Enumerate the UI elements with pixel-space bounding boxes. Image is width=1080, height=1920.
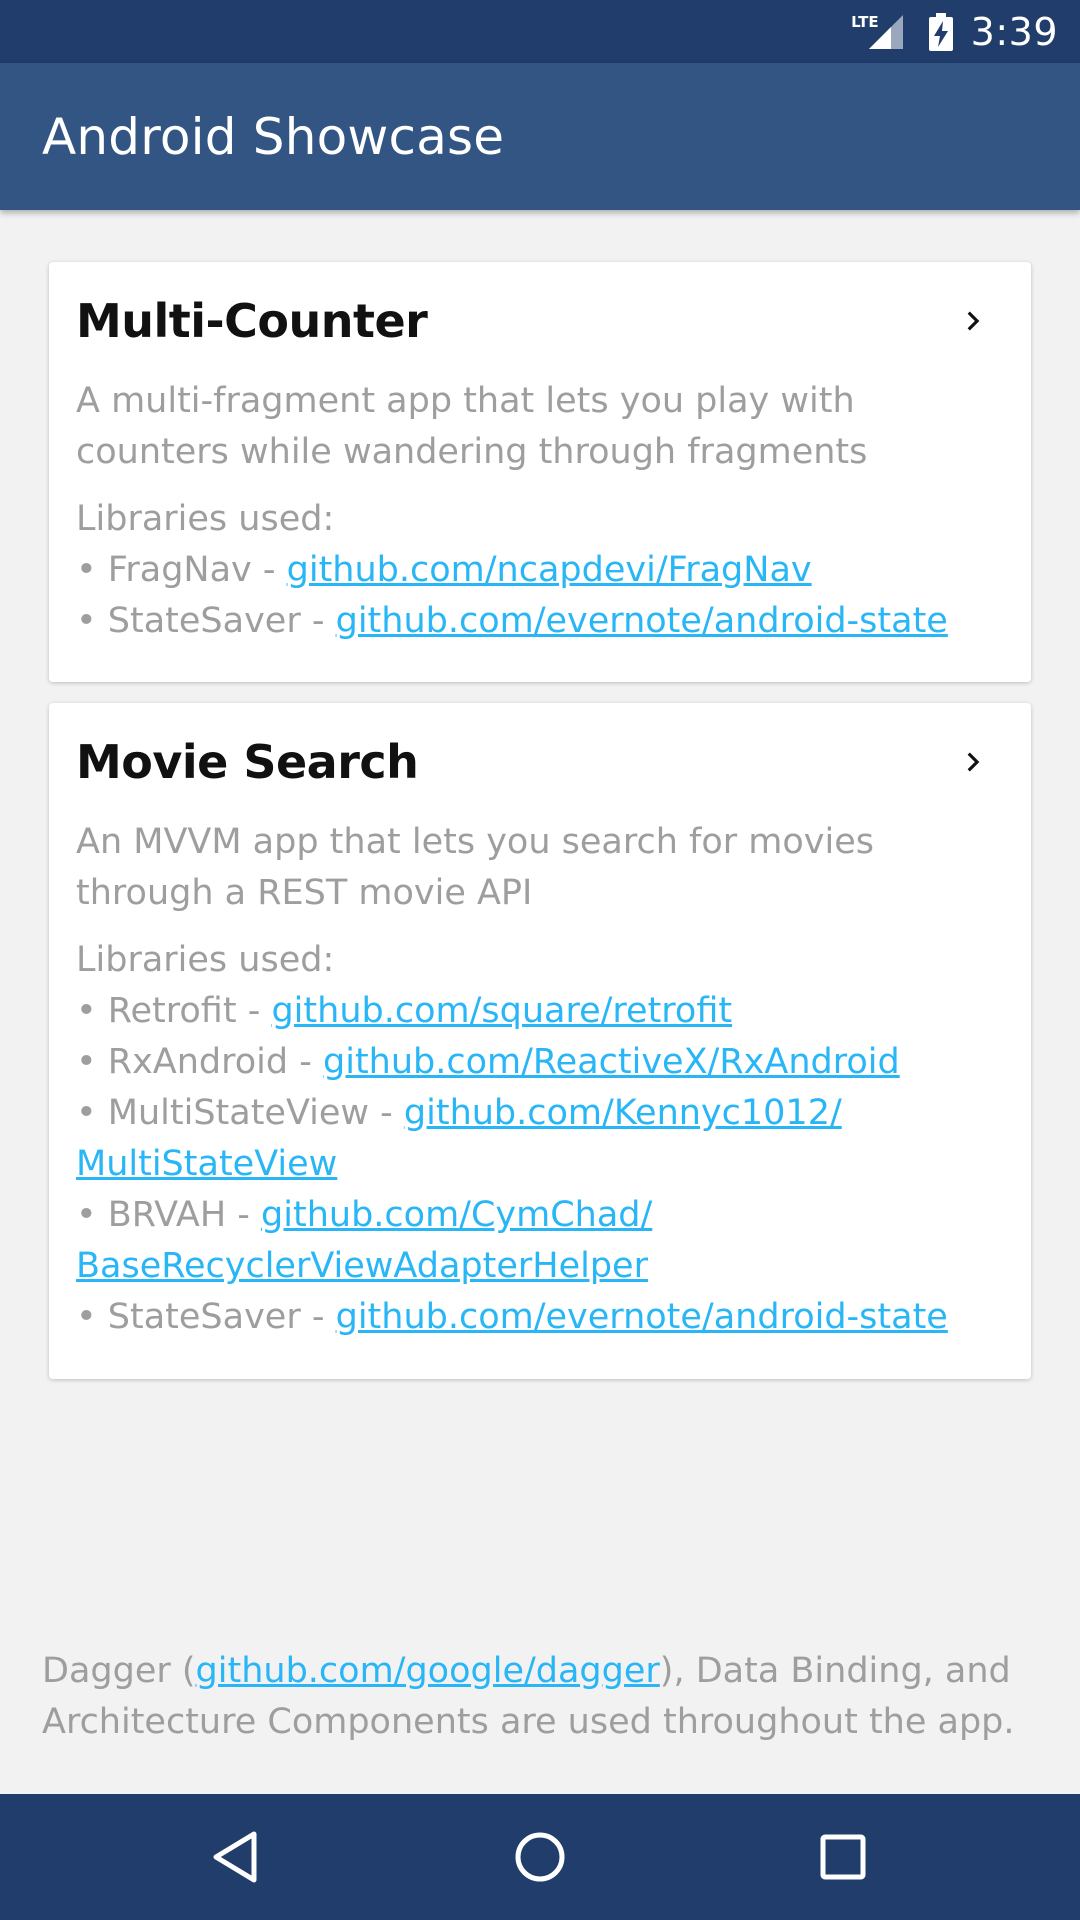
library-item: • BRVAH - github.com/CymChad/ [76,1190,1004,1241]
library-name: • MultiStateView - [76,1093,404,1133]
network-type-label: LTE [851,12,879,31]
library-item: • StateSaver - github.com/evernote/andro… [76,1292,1004,1343]
library-link[interactable]: github.com/ncapdevi/FragNav [287,550,812,590]
battery-charging-icon [928,12,953,51]
library-item: • MultiStateView - github.com/Kennyc1012… [76,1088,1004,1139]
library-item: • RxAndroid - github.com/ReactiveX/RxAnd… [76,1037,1004,1088]
showcase-card-movie-search[interactable]: Movie Search An MVVM app that lets you s… [49,703,1031,1379]
home-icon[interactable] [507,1824,573,1890]
back-icon[interactable] [202,1824,268,1890]
recents-icon[interactable] [810,1824,876,1890]
footer-note: Dagger (github.com/google/dagger), Data … [42,1646,1042,1748]
app-title: Android Showcase [42,107,505,166]
library-item: • FragNav - github.com/ncapdevi/FragNav [76,545,1004,596]
library-name: • RxAndroid - [76,1042,323,1082]
card-title: Multi-Counter [76,294,428,348]
libraries-header: Libraries used: [76,499,335,539]
library-name: • BRVAH - [76,1195,262,1235]
library-link-continued[interactable]: BaseRecyclerViewAdapterHelper [76,1246,648,1286]
library-link[interactable]: github.com/square/retrofit [271,991,732,1031]
library-link-continued[interactable]: MultiStateView [76,1144,337,1184]
library-name: • FragNav - [76,550,287,590]
footer-text-before: Dagger ( [42,1651,196,1691]
library-link[interactable]: github.com/evernote/android-state [336,1297,948,1337]
chevron-right-icon[interactable] [954,302,992,340]
card-description: An MVVM app that lets you search for mov… [76,822,874,913]
library-link[interactable]: github.com/ReactiveX/RxAndroid [323,1042,900,1082]
libraries-list: Libraries used: • Retrofit - github.com/… [76,935,1004,1343]
status-bar: LTE 3:39 [0,0,1080,63]
libraries-list: Libraries used: • FragNav - github.com/n… [76,494,1004,647]
card-title: Movie Search [76,735,419,789]
clock: 3:39 [970,9,1058,54]
app-bar: Android Showcase [0,63,1080,210]
library-link[interactable]: github.com/CymChad/ [261,1195,652,1235]
library-item-continued: MultiStateView [76,1139,1004,1190]
library-name: • Retrofit - [76,991,272,1031]
card-description: A multi-fragment app that lets you play … [76,381,868,472]
library-name: • StateSaver - [76,1297,336,1337]
library-name: • StateSaver - [76,601,336,641]
card-header: Movie Search [76,731,1004,793]
footer-dagger-link[interactable]: github.com/google/dagger [196,1651,660,1691]
library-item-continued: BaseRecyclerViewAdapterHelper [76,1241,1004,1292]
library-link[interactable]: github.com/Kennyc1012/ [404,1093,842,1133]
library-item: • StateSaver - github.com/evernote/andro… [76,596,1004,647]
library-link[interactable]: github.com/evernote/android-state [336,601,948,641]
library-item: • Retrofit - github.com/square/retrofit [76,986,1004,1037]
libraries-header: Libraries used: [76,940,335,980]
card-header: Multi-Counter [76,290,1004,352]
showcase-card-multi-counter[interactable]: Multi-Counter A multi-fragment app that … [49,262,1031,682]
chevron-right-icon[interactable] [954,743,992,781]
system-nav-bar [0,1794,1080,1920]
